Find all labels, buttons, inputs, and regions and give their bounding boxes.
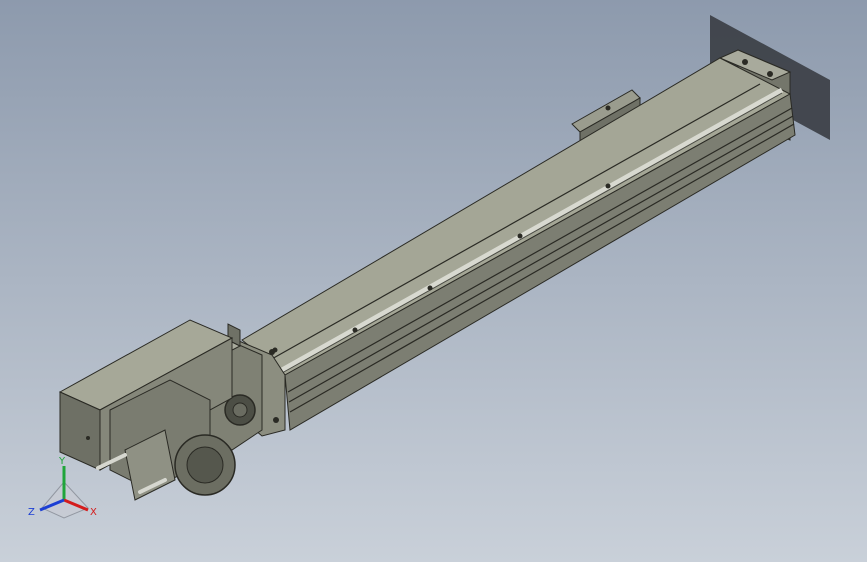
x-axis-label: X (90, 507, 97, 518)
rail-side-face (284, 93, 796, 431)
rail-top-face (241, 57, 792, 376)
y-axis-label: Y (58, 456, 66, 467)
axis-triad: Y X Z (28, 456, 97, 519)
z-axis-label: Z (28, 507, 35, 518)
linear-actuator-model[interactable] (0, 0, 867, 562)
3d-viewport[interactable]: Y X Z (0, 0, 867, 562)
